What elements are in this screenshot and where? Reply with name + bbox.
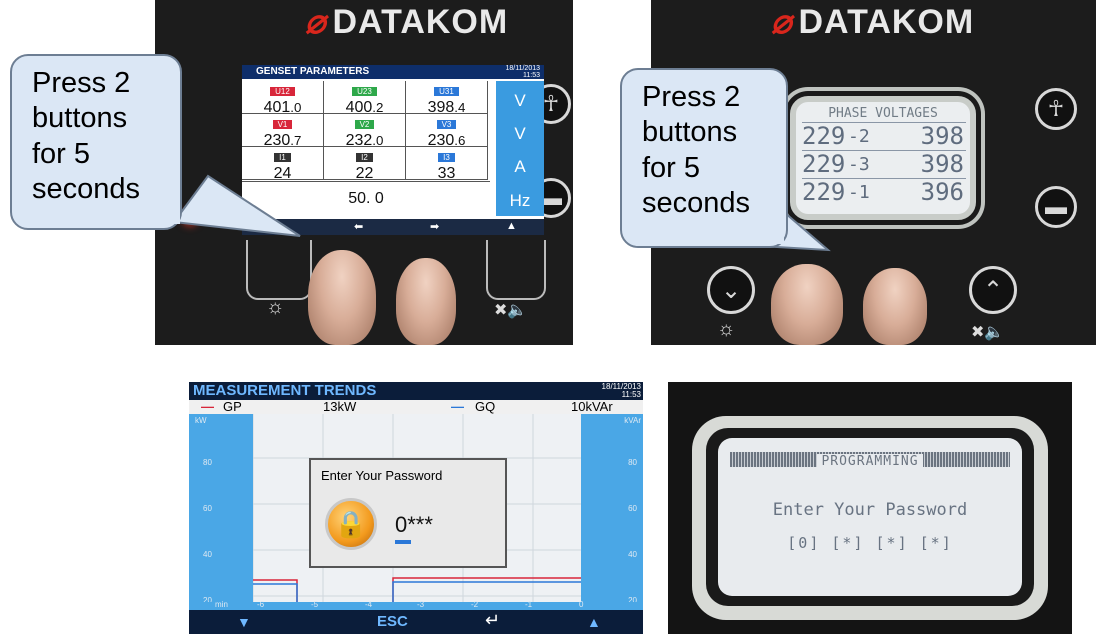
finger-right bbox=[396, 258, 456, 345]
datakom-logo-icon: ⌀ bbox=[305, 3, 327, 41]
voltage-row: 229 -1 396 bbox=[802, 178, 966, 206]
mains-button[interactable]: ☥ bbox=[1035, 88, 1077, 130]
x-axis: min -6 -5 -4 -3 -2 -1 0 bbox=[189, 600, 643, 610]
esc-button[interactable]: ESC bbox=[377, 613, 408, 630]
y-tick: 60 bbox=[203, 504, 212, 513]
programming-screen: PROGRAMMING Enter Your Password [0] [*] … bbox=[668, 382, 1072, 634]
up-button[interactable]: ⌃ bbox=[969, 266, 1017, 314]
mute-alarm-icon: ✖🔈 bbox=[494, 302, 528, 319]
cell-v2: V2 232.0 bbox=[324, 114, 406, 149]
instruction-callout: Press 2 buttons for 5 seconds bbox=[10, 54, 182, 230]
screen-header: GENSET PARAMETERS 18/11/2013 11:53 bbox=[242, 65, 544, 79]
up-arrow-icon[interactable]: ▲ bbox=[587, 614, 601, 630]
x-tick: -4 bbox=[365, 600, 373, 609]
voltage-row: 229 -2 398 bbox=[802, 122, 966, 150]
x-tick: -2 bbox=[471, 600, 479, 609]
unit-label: A bbox=[514, 157, 526, 176]
screen-title-bar: PROGRAMMING bbox=[730, 452, 1010, 469]
gp-legend-label: GP bbox=[223, 399, 242, 414]
cell-i3: I3 33 bbox=[406, 147, 488, 182]
right-axis-unit: kVAr bbox=[624, 416, 641, 425]
y-tick: 80 bbox=[628, 458, 637, 467]
voltage-row: 229 -3 398 bbox=[802, 150, 966, 178]
lcd-screen: PROGRAMMING Enter Your Password [0] [*] … bbox=[718, 438, 1022, 596]
soft-button-1[interactable] bbox=[246, 240, 312, 300]
cell-u12: U12 401.0 bbox=[242, 81, 324, 116]
finger-left bbox=[771, 264, 843, 345]
cell-v3: V3 230.6 bbox=[406, 114, 488, 149]
unit-column: V V A Hz bbox=[496, 81, 544, 216]
x-tick: -6 bbox=[257, 600, 265, 609]
lock-icon: 🔒 bbox=[325, 498, 377, 550]
screen-title: PHASE VOLTAGES bbox=[828, 106, 938, 121]
gp-legend-swatch: — bbox=[201, 399, 214, 414]
unit-label: Hz bbox=[509, 191, 531, 210]
finger-left bbox=[308, 250, 376, 345]
x-tick: -3 bbox=[417, 600, 425, 609]
cell-i1: I1 24 bbox=[242, 147, 324, 182]
password-dialog: Enter Your Password 🔒 0*** bbox=[309, 458, 507, 568]
cursor-underline bbox=[395, 540, 411, 544]
password-prompt: Enter Your Password bbox=[772, 500, 968, 520]
callout-seam bbox=[168, 180, 180, 224]
unit-label: V bbox=[514, 91, 526, 110]
password-slots[interactable]: [0] [*] [*] [*] bbox=[718, 534, 1022, 552]
light-icon: ☼ bbox=[266, 296, 285, 318]
date-time: 18/11/2013 11:53 bbox=[505, 65, 540, 79]
measurement-trends-screen: MEASUREMENT TRENDS 18/11/2013 11:53 — GP … bbox=[189, 382, 643, 634]
genset-button[interactable]: ▬ bbox=[1035, 186, 1077, 228]
left-axis: kW 80 60 40 20 bbox=[189, 414, 253, 610]
cell-u23: U23 400.2 bbox=[324, 81, 406, 116]
y-tick: 40 bbox=[203, 550, 212, 559]
parameter-grid: U12 401.0 U23 400.2 U31 398.4 V1 230.7 V2 232… bbox=[242, 81, 490, 182]
genset-parameters-screen: GENSET PARAMETERS 18/11/2013 11:53 U12 401… bbox=[242, 65, 544, 235]
unit-label: V bbox=[514, 124, 526, 143]
gp-legend-value: 13kW bbox=[323, 399, 357, 414]
enter-icon[interactable]: ↵ bbox=[485, 610, 500, 631]
brand-logo: ⌀ DATAKOM bbox=[305, 3, 509, 41]
down-arrow-icon[interactable]: ▼ bbox=[237, 614, 251, 630]
datakom-logo-icon: ⌀ bbox=[771, 3, 793, 41]
brand-logo: ⌀ DATAKOM bbox=[771, 3, 975, 41]
screen-title: PROGRAMMING bbox=[817, 454, 923, 469]
soft-key-bar: ▼ ESC ↵ ▲ bbox=[189, 610, 643, 634]
y-tick: 80 bbox=[203, 458, 212, 467]
x-axis-unit: min bbox=[215, 600, 228, 609]
left-axis-unit: kW bbox=[195, 416, 207, 425]
right-arrow-icon[interactable]: ➡ bbox=[430, 220, 439, 233]
status-led bbox=[185, 213, 195, 223]
callout-seam bbox=[770, 204, 784, 244]
cell-i2: I2 22 bbox=[324, 147, 406, 182]
light-icon: ☼ bbox=[717, 318, 736, 340]
instruction-callout: Press 2 buttons for 5 seconds bbox=[620, 68, 788, 248]
gq-legend-value: 10kVAr bbox=[571, 399, 613, 414]
display-inner-bezel: PROGRAMMING Enter Your Password [0] [*] … bbox=[706, 428, 1034, 606]
x-tick: -1 bbox=[525, 600, 533, 609]
display-bezel: PROGRAMMING Enter Your Password [0] [*] … bbox=[692, 416, 1048, 620]
x-tick: 0 bbox=[579, 600, 584, 609]
cell-u31: U31 398.4 bbox=[406, 81, 488, 116]
screen-header: MEASUREMENT TRENDS 18/11/2013 11:53 bbox=[193, 382, 641, 399]
left-arrow-icon[interactable]: ⬅ bbox=[354, 220, 363, 233]
nav-bar: ⬅ ➡ ▲ bbox=[242, 219, 544, 235]
phase-voltages-screen: PHASE VOLTAGES 229 -2 398 229 -3 398 229 -1 39… bbox=[790, 96, 976, 220]
cell-v1: V1 230.7 bbox=[242, 114, 324, 149]
password-field[interactable]: 0*** bbox=[395, 512, 433, 538]
down-button[interactable]: ⌄ bbox=[707, 266, 755, 314]
frequency-value: 50. 0 bbox=[242, 181, 490, 215]
y-tick: 60 bbox=[628, 504, 637, 513]
gq-legend-label: GQ bbox=[475, 399, 496, 414]
y-tick: 40 bbox=[628, 550, 637, 559]
chart-legend: — GP 13kW — GQ 10kVAr bbox=[189, 399, 643, 414]
soft-button-4[interactable] bbox=[486, 240, 546, 300]
x-tick: -5 bbox=[311, 600, 319, 609]
date-time: 18/11/2013 11:53 bbox=[601, 382, 641, 399]
gq-legend-swatch: — bbox=[451, 399, 464, 414]
right-axis: kVAr 80 60 40 20 bbox=[581, 414, 643, 610]
mute-alarm-icon: ✖🔈 bbox=[971, 324, 1005, 341]
up-arrow-icon[interactable]: ▲ bbox=[506, 220, 517, 232]
dialog-title: Enter Your Password bbox=[321, 468, 443, 483]
finger-right bbox=[863, 268, 927, 345]
